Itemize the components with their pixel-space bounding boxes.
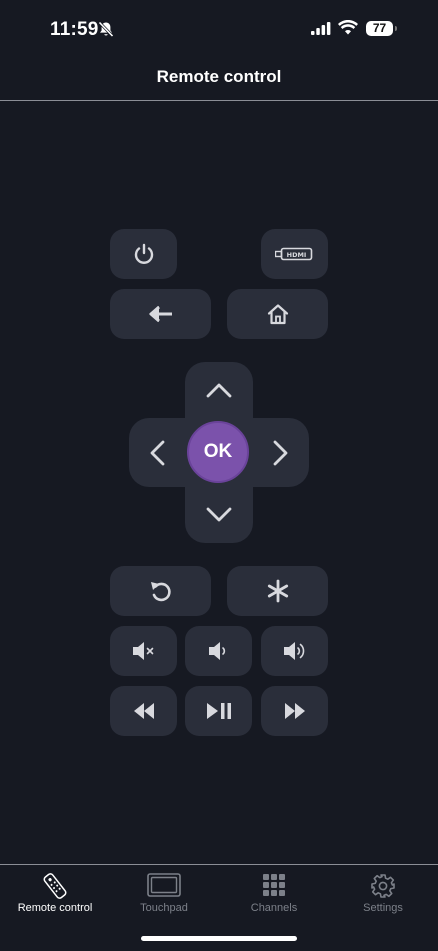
status-bar: 11:59 77 <box>0 0 438 58</box>
header: Remote control <box>0 58 438 101</box>
asterisk-icon <box>267 579 288 603</box>
tab-touchpad[interactable]: Touchpad <box>109 865 219 925</box>
tab-label-settings: Settings <box>363 902 403 914</box>
page-title: Remote control <box>156 67 282 86</box>
battery-level: 77 <box>366 21 393 36</box>
fast-forward-button[interactable] <box>261 686 328 736</box>
play-pause-icon <box>206 703 231 719</box>
tab-settings[interactable]: Settings <box>328 865 438 925</box>
home-button[interactable] <box>227 289 328 339</box>
ok-button[interactable]: OK <box>187 421 249 483</box>
home-indicator <box>141 936 297 941</box>
replay-button[interactable] <box>110 566 211 616</box>
hdmi-icon: HDMI <box>274 247 312 261</box>
options-button[interactable] <box>227 566 328 616</box>
back-arrow-icon <box>148 305 172 323</box>
battery-tip <box>395 26 397 31</box>
tab-label-channels: Channels <box>250 902 298 914</box>
back-button[interactable] <box>110 289 211 339</box>
grid-icon <box>263 874 285 896</box>
wifi-icon <box>338 19 358 40</box>
volume-up-icon <box>283 642 304 660</box>
tab-label-remote-control: Remote control <box>17 902 93 914</box>
dpad-up-button[interactable] <box>185 364 253 416</box>
mute-button[interactable] <box>110 626 177 676</box>
dpad-down-button[interactable] <box>185 489 253 541</box>
rewind-icon <box>133 703 154 719</box>
rewind-button[interactable] <box>110 686 177 736</box>
home-icon <box>267 304 288 325</box>
tab-label-touchpad: Touchpad <box>140 902 188 914</box>
volume-down-button[interactable] <box>185 626 252 676</box>
svg-text:HDMI: HDMI <box>286 251 306 259</box>
chevron-up-icon <box>206 383 232 398</box>
volume-mute-icon <box>132 642 153 660</box>
bell-muted-icon <box>98 21 114 43</box>
play-pause-button[interactable] <box>185 686 252 736</box>
remote-icon <box>43 873 67 899</box>
dpad-right-button[interactable] <box>255 418 307 487</box>
chevron-down-icon <box>206 507 232 522</box>
input-source-button[interactable]: HDMI <box>261 229 328 279</box>
fast-forward-icon <box>284 703 305 719</box>
gear-icon <box>371 874 395 898</box>
cellular-signal-icon <box>311 22 331 40</box>
replay-icon <box>150 582 171 602</box>
dpad-left-button[interactable] <box>131 418 183 487</box>
chevron-right-icon <box>273 440 288 465</box>
power-button[interactable] <box>110 229 177 279</box>
chevron-left-icon <box>150 440 165 465</box>
status-time: 11:59 <box>50 19 99 40</box>
power-icon <box>134 243 153 264</box>
tab-remote-control[interactable]: Remote control <box>0 865 110 925</box>
volume-down-icon <box>208 642 225 660</box>
volume-up-button[interactable] <box>261 626 328 676</box>
touchpad-icon <box>147 873 181 897</box>
tab-channels[interactable]: Channels <box>219 865 329 925</box>
